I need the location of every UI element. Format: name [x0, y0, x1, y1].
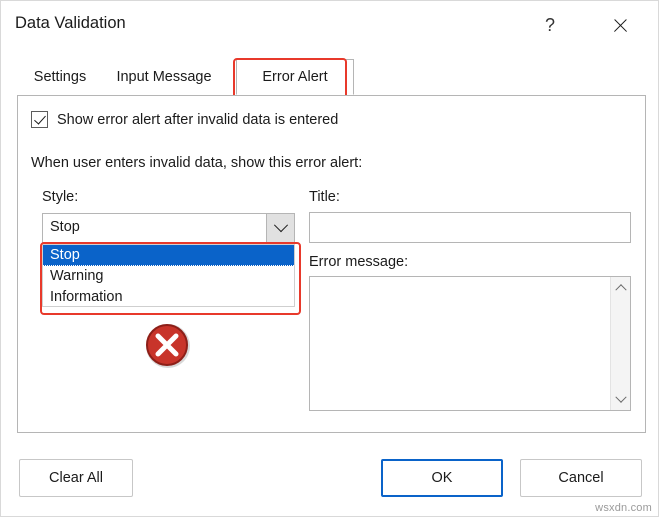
ok-button[interactable]: OK [381, 459, 503, 497]
scroll-down-button[interactable] [611, 390, 630, 410]
tab-settings[interactable]: Settings [17, 59, 103, 95]
data-validation-dialog: Data Validation ? Settings Input Message… [0, 0, 659, 517]
style-combobox[interactable]: Stop [42, 213, 295, 243]
error-message-label: Error message: [309, 254, 409, 270]
style-dropdown-list[interactable]: Stop Warning Information [42, 244, 295, 307]
clear-all-button[interactable]: Clear All [19, 459, 133, 497]
style-combobox-value: Stop [50, 219, 80, 235]
cancel-button[interactable]: Cancel [520, 459, 642, 497]
error-message-input[interactable] [309, 276, 631, 411]
style-option-information[interactable]: Information [43, 287, 294, 308]
close-icon [612, 17, 629, 34]
show-error-alert-label: Show error alert after invalid data is e… [57, 111, 339, 128]
style-label: Style: [42, 189, 79, 205]
chevron-down-icon [614, 391, 627, 403]
watermark: wsxdn.com [595, 502, 652, 514]
stop-error-icon [143, 321, 193, 371]
help-button[interactable]: ? [529, 7, 571, 43]
chevron-up-icon [614, 284, 627, 296]
title-input[interactable] [309, 212, 631, 243]
show-error-alert-checkbox[interactable] [31, 111, 48, 128]
title-bar: Data Validation ? [1, 1, 659, 49]
tab-strip: Settings Input Message Error Alert [17, 59, 647, 97]
title-label: Title: [309, 189, 340, 205]
tab-input-message[interactable]: Input Message [103, 59, 225, 95]
style-option-stop[interactable]: Stop [43, 245, 294, 266]
chevron-down-icon [273, 218, 288, 233]
style-option-warning[interactable]: Warning [43, 266, 294, 287]
page-title: Data Validation [15, 14, 126, 32]
close-button[interactable] [597, 7, 643, 43]
tab-error-alert[interactable]: Error Alert [236, 59, 354, 95]
show-error-alert-checkbox-row[interactable]: Show error alert after invalid data is e… [31, 111, 338, 128]
style-combobox-dropdown-button[interactable] [266, 214, 294, 242]
scroll-up-button[interactable] [611, 277, 630, 297]
instruction-text: When user enters invalid data, show this… [31, 155, 363, 171]
error-message-scrollbar[interactable] [610, 277, 630, 410]
